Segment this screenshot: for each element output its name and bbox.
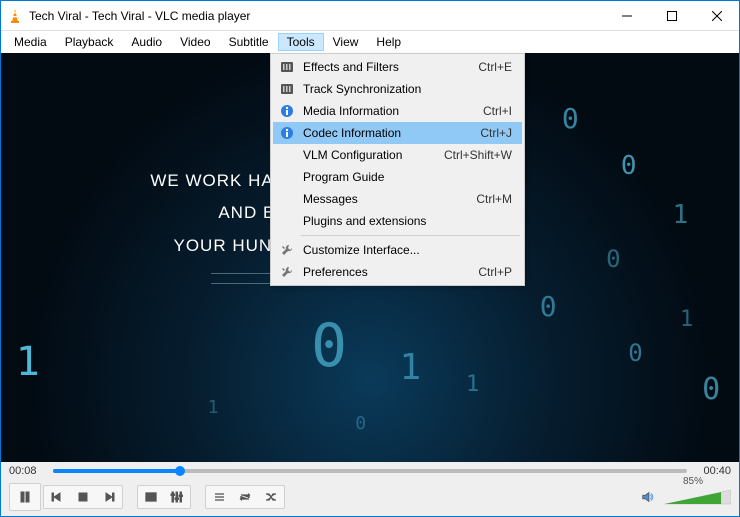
close-button[interactable] [694, 1, 739, 30]
loop-button[interactable] [232, 486, 258, 508]
controls-panel: 00:08 00:40 [1, 462, 739, 516]
menuitem-label: VLM Configuration [297, 148, 444, 162]
menuitem-shortcut: Ctrl+I [483, 104, 518, 118]
maximize-button[interactable] [649, 1, 694, 30]
next-button[interactable] [96, 486, 122, 508]
menu-tools[interactable]: Tools [278, 33, 324, 51]
bg-digit: 1 [16, 339, 40, 385]
menuitem-label: Messages [297, 192, 476, 206]
menu-subtitle[interactable]: Subtitle [220, 33, 278, 51]
menuitem-shortcut: Ctrl+E [478, 60, 518, 74]
menuitem-program-guide[interactable]: Program Guide [273, 166, 522, 188]
bg-digit: 0 [606, 245, 620, 273]
extended-settings-button[interactable] [164, 486, 190, 508]
menuitem-label: Media Information [297, 104, 483, 118]
menuitem-label: Codec Information [297, 126, 480, 140]
seek-bar[interactable] [53, 464, 687, 478]
menuitem-label: Track Synchronization [297, 82, 512, 96]
wrench-icon [277, 265, 297, 279]
seek-thumb[interactable] [175, 466, 185, 476]
tools-dropdown: Effects and FiltersCtrl+E Track Synchroni… [270, 53, 525, 286]
pause-button[interactable] [10, 484, 40, 510]
mute-button[interactable] [635, 486, 661, 508]
menu-video[interactable]: Video [171, 33, 219, 51]
bg-digit: 0 [702, 372, 720, 407]
menuitem-shortcut: Ctrl+Shift+W [444, 148, 518, 162]
menu-audio[interactable]: Audio [122, 33, 171, 51]
menuitem-label: Plugins and extensions [297, 214, 512, 228]
previous-button[interactable] [44, 486, 70, 508]
menuitem-plugins-and-extensions[interactable]: Plugins and extensions [273, 210, 522, 232]
menuitem-media-information[interactable]: Media InformationCtrl+I [273, 100, 522, 122]
menuitem-codec-information[interactable]: Codec InformationCtrl+J [273, 122, 522, 144]
bg-digit: 0 [311, 311, 347, 381]
fullscreen-button[interactable] [138, 486, 164, 508]
info-icon [277, 104, 297, 118]
bg-digit: 0 [355, 413, 366, 434]
menu-separator [301, 235, 520, 236]
playlist-button[interactable] [206, 486, 232, 508]
menuitem-shortcut: Ctrl+J [480, 126, 518, 140]
menuitem-shortcut: Ctrl+M [476, 192, 518, 206]
info-icon [277, 126, 297, 140]
menuitem-effects-and-filters[interactable]: Effects and FiltersCtrl+E [273, 56, 522, 78]
menuitem-vlm-configuration[interactable]: VLM ConfigurationCtrl+Shift+W [273, 144, 522, 166]
menuitem-preferences[interactable]: PreferencesCtrl+P [273, 261, 522, 283]
bg-digit: 0 [628, 339, 642, 367]
bg-digit: 0 [540, 290, 557, 323]
menuitem-label: Program Guide [297, 170, 512, 184]
menuitem-messages[interactable]: MessagesCtrl+M [273, 188, 522, 210]
vlc-cone-icon [7, 8, 23, 24]
eq-icon [277, 61, 297, 73]
bg-digit: 1 [680, 307, 693, 332]
menu-media[interactable]: Media [5, 33, 56, 51]
menu-playback[interactable]: Playback [56, 33, 123, 51]
seek-fill [53, 469, 180, 473]
window-title: Tech Viral - Tech Viral - VLC media play… [29, 9, 604, 23]
menuitem-shortcut: Ctrl+P [478, 265, 518, 279]
volume-percent: 85% [683, 476, 703, 487]
menu-view[interactable]: View [324, 33, 368, 51]
time-current[interactable]: 00:08 [9, 465, 49, 477]
bg-digit: 0 [562, 102, 579, 135]
menuitem-label: Preferences [297, 265, 478, 279]
minimize-button[interactable] [604, 1, 649, 30]
shuffle-button[interactable] [258, 486, 284, 508]
menu-help[interactable]: Help [367, 33, 410, 51]
menuitem-label: Effects and Filters [297, 60, 478, 74]
bg-digit: 1 [673, 200, 689, 230]
menuitem-label: Customize Interface... [297, 243, 512, 257]
bg-digit: 1 [208, 397, 219, 418]
wrench-icon [277, 243, 297, 257]
menubar: MediaPlaybackAudioVideoSubtitleToolsView… [1, 31, 739, 53]
bg-digit: 1 [466, 372, 479, 397]
stop-button[interactable] [70, 486, 96, 508]
titlebar: Tech Viral - Tech Viral - VLC media play… [1, 1, 739, 31]
speaker-icon [641, 490, 655, 504]
bg-digit: 0 [621, 151, 637, 181]
eq-icon [277, 83, 297, 95]
volume-slider[interactable]: 85% [665, 488, 731, 506]
menuitem-track-synchronization[interactable]: Track Synchronization [273, 78, 522, 100]
menuitem-customize-interface[interactable]: Customize Interface... [273, 239, 522, 261]
bg-digit: 1 [400, 347, 422, 388]
